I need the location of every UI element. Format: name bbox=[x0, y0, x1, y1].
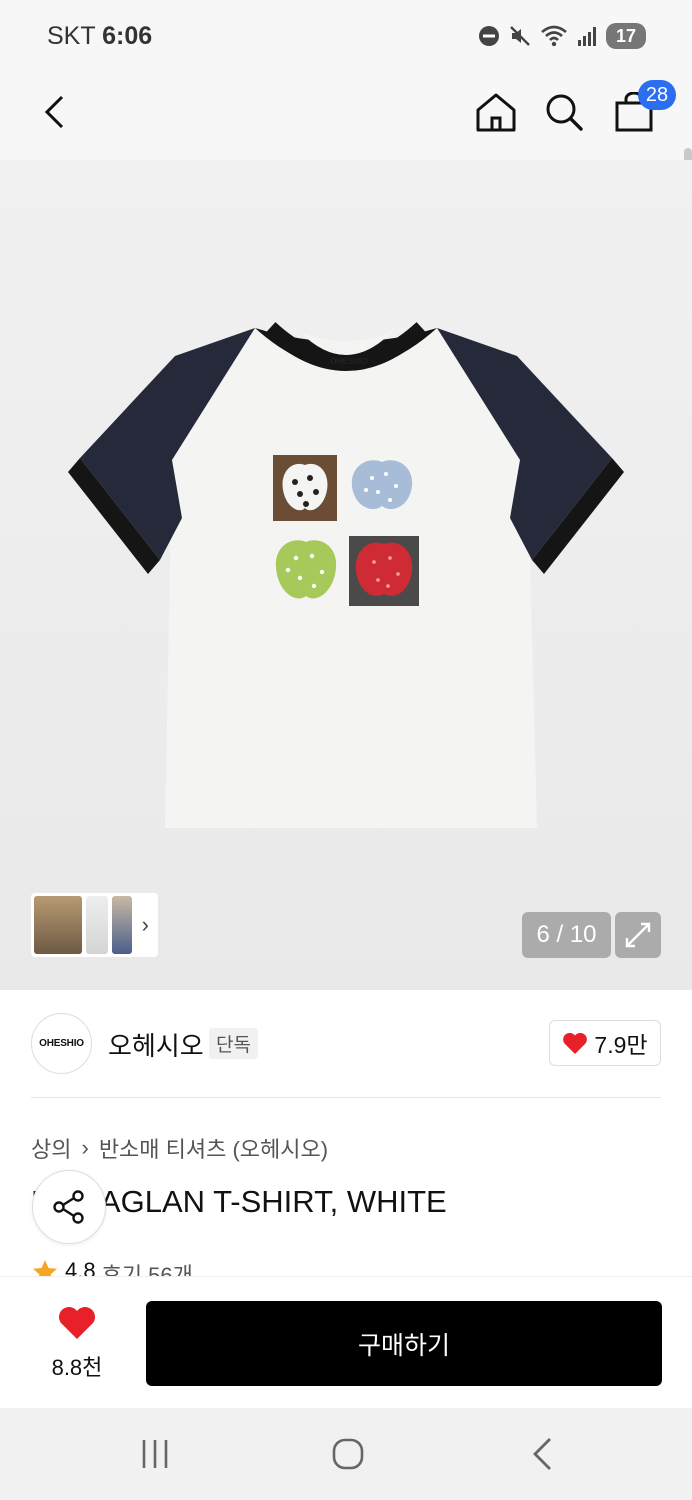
product-image-gallery[interactable]: OHESHIO › 6 / 10 bbox=[0, 160, 692, 990]
status-carrier: SKT 6:06 bbox=[47, 22, 153, 50]
recent-apps-icon bbox=[142, 1440, 168, 1468]
home-icon bbox=[476, 93, 516, 132]
chevron-right-icon[interactable]: › bbox=[142, 912, 149, 938]
signal-icon bbox=[577, 27, 596, 46]
bottom-action-bar: 8.8천 구매하기 bbox=[0, 1276, 692, 1408]
system-back-button[interactable] bbox=[512, 1434, 572, 1474]
cart-count-badge: 28 bbox=[638, 80, 676, 110]
brand-logo[interactable]: OHESHIO bbox=[31, 1013, 92, 1074]
search-button[interactable] bbox=[536, 84, 592, 140]
battery-indicator: 17 bbox=[605, 23, 646, 49]
home-button[interactable] bbox=[468, 84, 524, 140]
back-icon bbox=[533, 1438, 551, 1470]
top-nav: 28 bbox=[0, 70, 692, 230]
brand-like-count: 7.9만 bbox=[594, 1032, 648, 1058]
heart-icon bbox=[563, 1032, 588, 1054]
brand-like-button[interactable]: 7.9만 bbox=[549, 1020, 661, 1066]
brand-name[interactable]: 오헤시오 bbox=[108, 1026, 204, 1063]
wish-count: 8.8천 bbox=[51, 1355, 103, 1380]
brand-row: OHESHIO 오헤시오 단독 7.9만 bbox=[0, 990, 692, 1098]
breadcrumb-subcategory[interactable]: 반소매 티셔츠 (오헤시오) bbox=[99, 1132, 328, 1164]
thumbnail-image[interactable] bbox=[112, 896, 132, 954]
mute-icon bbox=[510, 26, 530, 46]
system-home-button[interactable] bbox=[318, 1434, 378, 1474]
share-button[interactable] bbox=[32, 1170, 106, 1244]
heart-icon bbox=[59, 1307, 95, 1339]
thumbnail-image[interactable] bbox=[86, 896, 108, 954]
expand-icon bbox=[625, 922, 651, 948]
recent-apps-button[interactable] bbox=[125, 1434, 185, 1474]
share-icon bbox=[53, 1190, 84, 1224]
shirt-label: OHESHIO bbox=[331, 357, 368, 366]
review-count: 후기 56개 bbox=[101, 1263, 193, 1278]
chevron-left-icon bbox=[44, 95, 64, 129]
divider bbox=[31, 1097, 661, 1098]
image-counter: 6 / 10 bbox=[522, 912, 611, 958]
system-navigation-bar bbox=[0, 1408, 692, 1500]
status-bar: SKT 6:06 17 bbox=[0, 0, 692, 70]
search-icon bbox=[546, 94, 583, 131]
cart-button[interactable]: 28 bbox=[606, 80, 676, 140]
breadcrumb-category[interactable]: 상의 bbox=[31, 1132, 71, 1164]
back-button[interactable] bbox=[26, 84, 82, 140]
home-circle-icon bbox=[332, 1438, 364, 1470]
rating-row[interactable]: 4.8 후기 56개 bbox=[31, 1258, 193, 1278]
breadcrumb: 상의 › 반소매 티셔츠 (오헤시오) bbox=[31, 1132, 328, 1164]
thumbnail-strip[interactable]: › bbox=[31, 893, 158, 957]
dnd-icon bbox=[478, 26, 499, 46]
product-title: LE RAGLAN T-SHIRT, WHITE bbox=[31, 1184, 447, 1219]
wish-button[interactable]: 8.8천 bbox=[40, 1305, 114, 1382]
buy-button[interactable]: 구매하기 bbox=[146, 1301, 662, 1386]
star-icon bbox=[33, 1260, 57, 1278]
status-icons: 17 bbox=[478, 22, 646, 50]
expand-button[interactable] bbox=[615, 912, 661, 958]
thumbnail-image[interactable] bbox=[34, 896, 82, 954]
product-image: OHESHIO bbox=[68, 322, 624, 828]
exclusive-badge: 단독 bbox=[209, 1028, 258, 1059]
rating-value: 4.8 bbox=[65, 1258, 96, 1278]
wifi-icon bbox=[541, 25, 567, 47]
chevron-right-icon: › bbox=[81, 1135, 89, 1160]
